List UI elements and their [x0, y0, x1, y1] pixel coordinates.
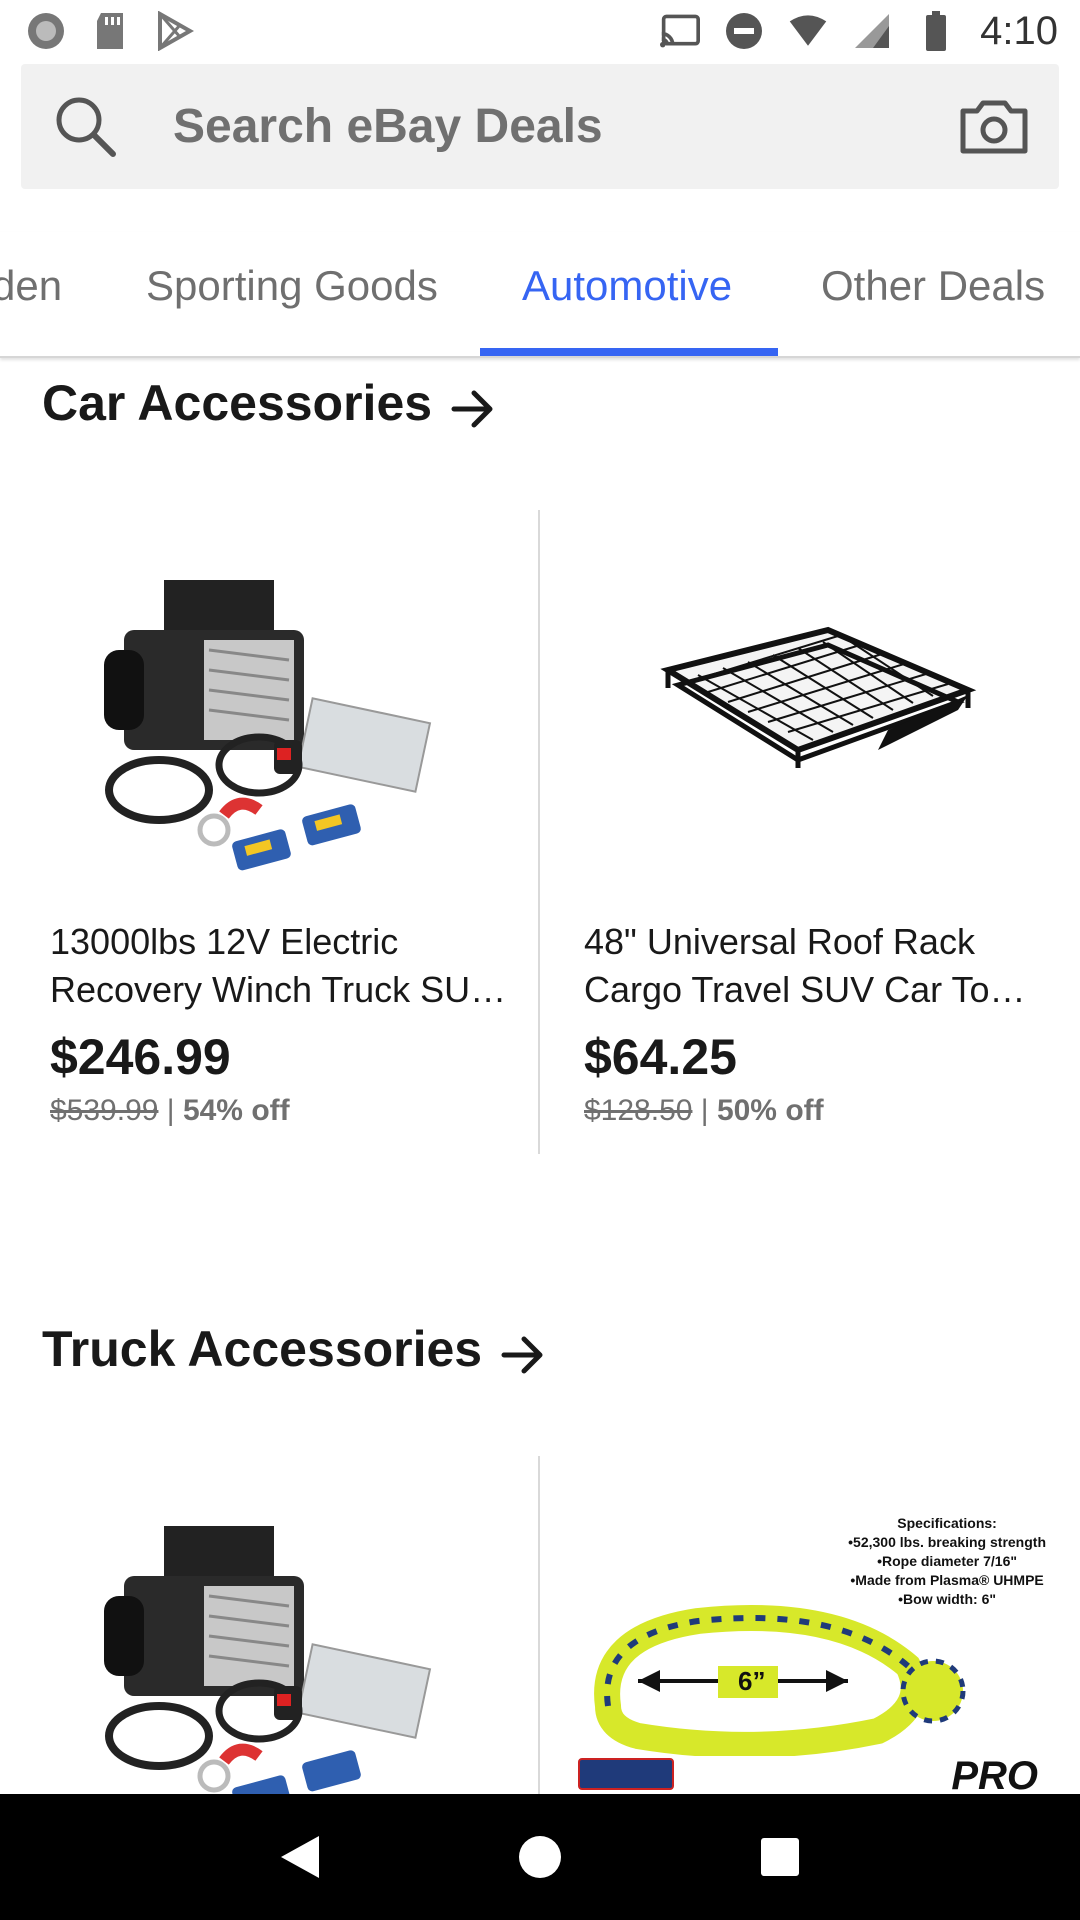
tab-automotive[interactable]: Automotive	[522, 262, 732, 310]
size-label: 6”	[738, 1666, 766, 1696]
spec-line: •Rope diameter 7/16"	[877, 1553, 1018, 1569]
spec-block: Specifications: •52,300 lbs. breaking st…	[848, 1514, 1046, 1609]
spec-heading: Specifications:	[897, 1515, 997, 1531]
discount-percent: 54% off	[182, 1094, 290, 1127]
price-separator: |	[700, 1094, 709, 1127]
cast-icon	[660, 11, 701, 51]
product-card[interactable]	[24, 1466, 524, 1846]
product-divider	[538, 510, 540, 1154]
discount-percent: 50% off	[716, 1094, 824, 1127]
search-input[interactable]: Search eBay Deals	[173, 99, 959, 154]
product-discount-info: $128.50 | 50% off	[558, 1094, 1058, 1128]
product-divider	[538, 1456, 540, 1794]
original-price: $539.99	[50, 1094, 159, 1127]
battery-icon	[916, 11, 956, 51]
active-tab-indicator	[480, 348, 778, 356]
product-card[interactable]: Specifications: •52,300 lbs. breaking st…	[558, 1466, 1058, 1794]
product-discount-info: $539.99 | 54% off	[24, 1094, 524, 1128]
spec-line: •52,300 lbs. breaking strength	[848, 1534, 1046, 1550]
system-nav-bar	[0, 1794, 1080, 1920]
tab-home-garden[interactable]: den	[0, 262, 62, 310]
brand-logo-left	[578, 1758, 674, 1790]
do-not-disturb-icon	[724, 11, 764, 51]
original-price: $128.50	[584, 1094, 693, 1127]
winch-image[interactable]	[24, 520, 524, 900]
price-separator: |	[166, 1094, 175, 1127]
product-card[interactable]: 13000lbs 12V Electric Recovery Winch Tru…	[24, 520, 524, 1128]
product-title[interactable]: 13000lbs 12V Electric Recovery Winch Tru…	[24, 918, 524, 1014]
play-store-icon	[154, 11, 194, 51]
status-time: 4:10	[980, 8, 1058, 53]
section-title-label[interactable]: Car Accessories	[42, 374, 432, 432]
product-price: $246.99	[50, 1029, 231, 1085]
home-button[interactable]	[505, 1822, 575, 1892]
back-button[interactable]	[265, 1822, 335, 1892]
sd-card-icon	[90, 11, 130, 51]
wifi-icon	[788, 11, 828, 51]
category-tabs: den Sporting Goods Automotive Other Deal…	[0, 232, 1080, 358]
winch-image[interactable]	[24, 1466, 524, 1846]
tab-other-deals[interactable]: Other Deals	[821, 262, 1045, 310]
record-icon	[26, 11, 66, 51]
rope-shackle-image[interactable]: Specifications: •52,300 lbs. breaking st…	[558, 1466, 1058, 1794]
status-bar: 4:10	[0, 0, 1080, 62]
spec-line: •Made from Plasma® UHMPE	[850, 1572, 1044, 1588]
arrow-right-icon[interactable]	[500, 1329, 546, 1374]
tab-sporting-goods[interactable]: Sporting Goods	[146, 262, 438, 310]
status-right: 4:10	[660, 9, 1058, 54]
status-left	[26, 11, 194, 51]
arrow-right-icon[interactable]	[450, 383, 496, 428]
product-title[interactable]: 48" Universal Roof Rack Cargo Travel SUV…	[558, 918, 1058, 1014]
signal-icon	[852, 11, 892, 51]
recents-button[interactable]	[745, 1822, 815, 1892]
brand-logo-pro: PRO	[951, 1754, 1038, 1794]
section-title-car-accessories[interactable]: Car Accessories	[42, 374, 496, 432]
roof-rack-image[interactable]	[558, 520, 1058, 900]
section-title-label[interactable]: Truck Accessories	[42, 1320, 482, 1378]
section-title-truck-accessories[interactable]: Truck Accessories	[42, 1320, 546, 1378]
product-card[interactable]: 48" Universal Roof Rack Cargo Travel SUV…	[558, 520, 1058, 1128]
search-icon[interactable]	[51, 92, 121, 162]
camera-icon[interactable]	[959, 97, 1029, 157]
search-bar[interactable]: Search eBay Deals	[21, 64, 1059, 189]
product-price: $64.25	[584, 1029, 737, 1085]
